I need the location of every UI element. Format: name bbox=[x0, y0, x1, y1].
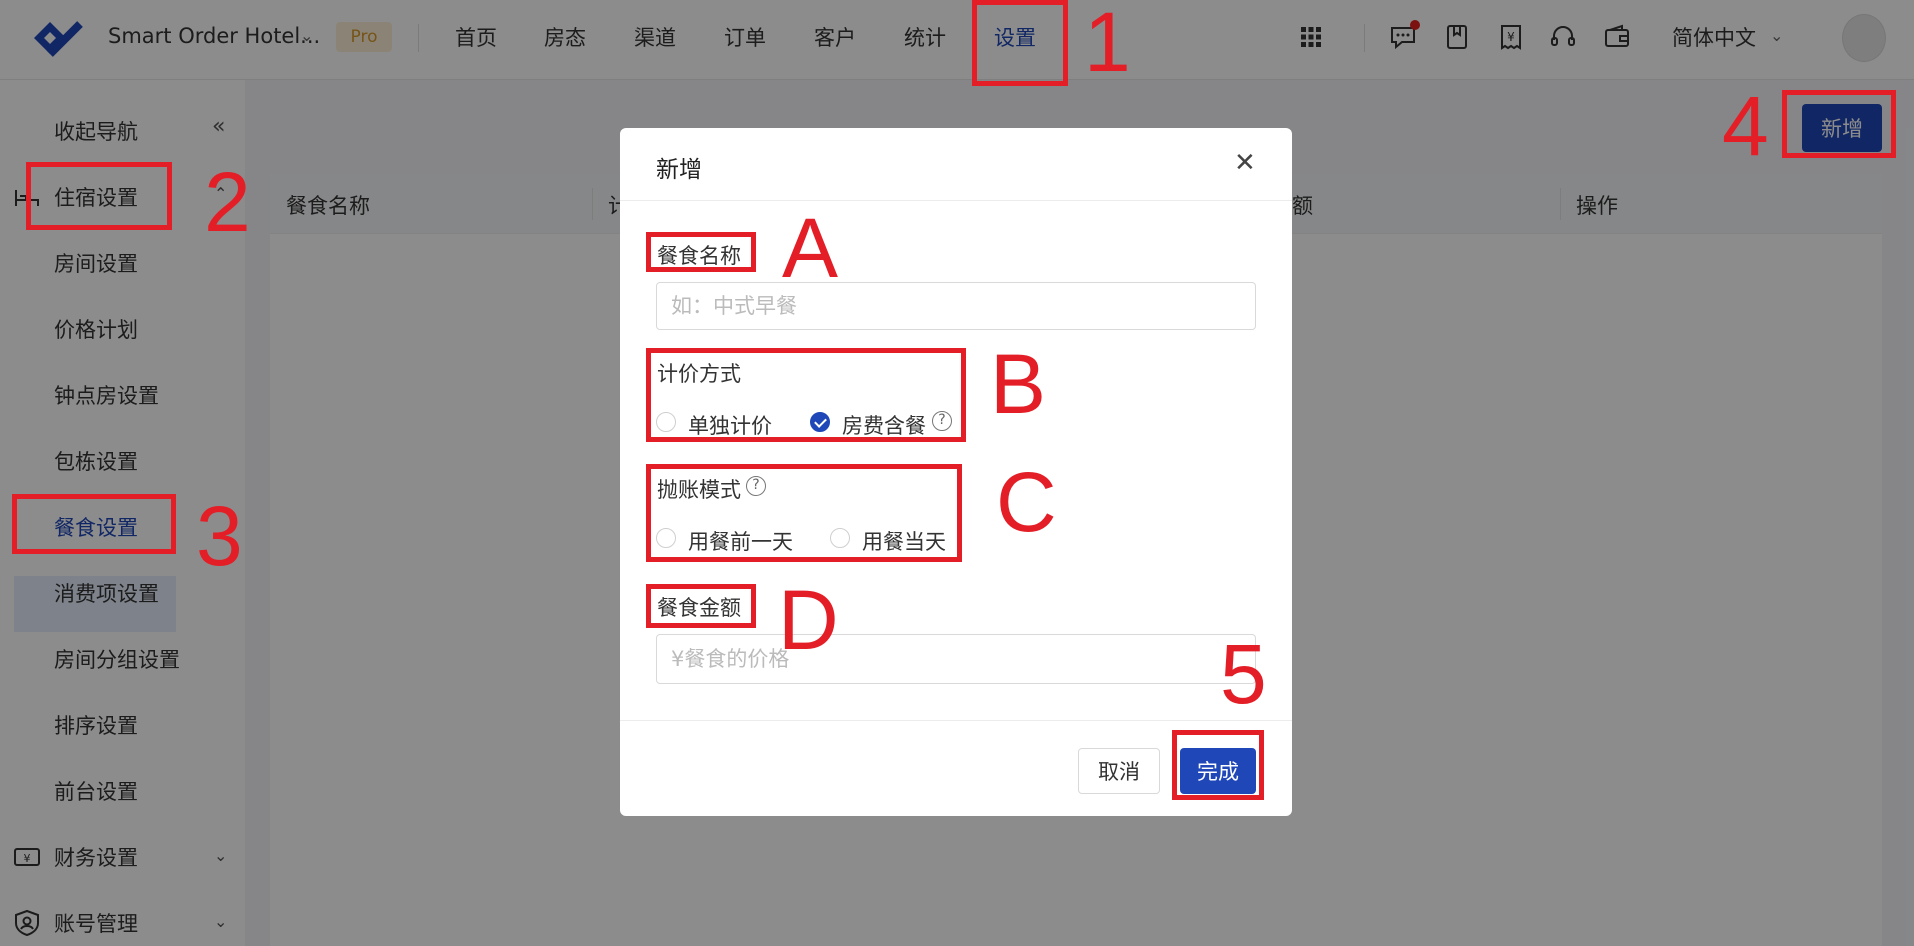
dialog-divider bbox=[620, 200, 1292, 201]
annotation-box-3 bbox=[12, 494, 176, 554]
meal-name-input[interactable] bbox=[656, 282, 1256, 330]
annotation-number-1: 1 bbox=[1084, 0, 1131, 89]
cancel-button[interactable]: 取消 bbox=[1078, 748, 1160, 794]
dialog-title: 新增 bbox=[656, 157, 702, 183]
close-icon[interactable]: ✕ bbox=[1234, 148, 1256, 178]
meal-amount-input[interactable] bbox=[656, 634, 1256, 684]
annotation-number-3: 3 bbox=[196, 489, 243, 583]
annotation-box-5 bbox=[1172, 730, 1264, 800]
annotation-box-D bbox=[646, 584, 756, 628]
annotation-box-4 bbox=[1782, 90, 1896, 158]
dialog-divider bbox=[620, 720, 1292, 721]
annotation-letter-D: D bbox=[778, 573, 839, 667]
annotation-number-2: 2 bbox=[204, 155, 251, 249]
annotation-box-1 bbox=[972, 0, 1068, 86]
annotation-box-2 bbox=[26, 162, 172, 230]
annotation-box-B bbox=[646, 348, 966, 442]
annotation-letter-B: B bbox=[990, 337, 1047, 431]
annotation-box-C bbox=[646, 464, 962, 562]
annotation-letter-A: A bbox=[782, 201, 839, 295]
annotation-number-4: 4 bbox=[1722, 79, 1769, 173]
annotation-box-A bbox=[646, 232, 756, 272]
annotation-number-5: 5 bbox=[1220, 627, 1267, 721]
annotation-letter-C: C bbox=[996, 455, 1057, 549]
